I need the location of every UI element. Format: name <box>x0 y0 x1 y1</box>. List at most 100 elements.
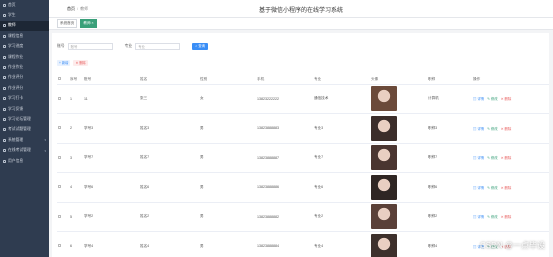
edit-button[interactable]: ✎ 修改 <box>487 185 498 190</box>
delete-button[interactable]: ✕ 删除 <box>73 60 88 66</box>
breadcrumb-home[interactable]: 首页 <box>67 6 75 11</box>
file-icon <box>3 55 6 59</box>
cell-phone: 13823888887 <box>256 143 313 173</box>
cell-title: 职称7 <box>427 143 472 173</box>
edit-button[interactable]: ✎ 修改 <box>487 126 498 131</box>
row-checkbox-cell[interactable] <box>57 113 69 144</box>
detail-button[interactable]: ▤ 详情 <box>473 185 484 190</box>
checkbox[interactable] <box>58 96 61 100</box>
search-button[interactable]: ⌕ 查询 <box>192 43 209 50</box>
cell-no: 5 <box>69 202 83 232</box>
checkbox[interactable] <box>58 185 61 189</box>
edit-button[interactable]: ✎ 修改 <box>487 214 498 219</box>
breadcrumb: 首页 / 教师 <box>67 6 88 12</box>
tab-teacher[interactable]: 教师 × <box>80 19 97 28</box>
select-all-cell[interactable] <box>57 75 69 85</box>
sidebar-item-exam-questions[interactable]: 考试试题管理 <box>0 125 49 135</box>
app-root: 首页 学生 教师 课程信息 学习进度 课程作业 作业作业 作业评分 作业评分 学… <box>0 0 553 257</box>
cell-name: 姓名3 <box>139 113 199 144</box>
detail-button[interactable]: ▤ 详情 <box>473 214 484 219</box>
sidebar-item-user-info[interactable]: 用户信息 <box>0 156 49 166</box>
sidebar-item-system[interactable]: 系统管理 ▾ <box>0 135 49 145</box>
header-title: 职称 <box>427 75 472 85</box>
sidebar-item-label: 作业评分 <box>8 85 24 90</box>
sidebar-item-label: 学习反馈 <box>8 106 24 111</box>
detail-button[interactable]: ▤ 详情 <box>473 96 484 101</box>
delete-label: 删除 <box>504 156 512 161</box>
detail-button[interactable]: ▤ 详情 <box>473 126 484 131</box>
cell-major: 专业7 <box>313 143 370 173</box>
sidebar-item-progress[interactable]: 学习进度 <box>0 42 49 52</box>
book-icon <box>3 34 6 38</box>
row-checkbox-cell[interactable] <box>57 172 69 203</box>
main-content: 账号 账号 专业 专业 ⌕ 查询 + 新增 ✕ 删除 序号 账号 姓名 性别 手… <box>52 33 549 257</box>
sidebar-item-forum[interactable]: 学习论坛管理 <box>0 114 49 124</box>
checkbox[interactable] <box>58 244 61 248</box>
table-header-row: 序号 账号 姓名 性别 手机 专业 头像 职称 操作 <box>57 75 549 85</box>
row-checkbox-cell[interactable] <box>57 84 69 114</box>
delete-row-button[interactable]: ✕ 删除 <box>501 214 512 219</box>
cell-avatar <box>370 172 427 203</box>
sidebar-item-student[interactable]: 学生 <box>0 10 49 20</box>
edit-button[interactable]: ✎ 修改 <box>487 96 498 101</box>
breadcrumb-current: 教师 <box>80 6 89 11</box>
delete-label: 删除 <box>504 97 512 102</box>
star-icon <box>3 86 6 90</box>
account-label: 账号 <box>57 44 65 48</box>
major-label: 专业 <box>124 44 133 48</box>
sidebar-item-online-exam[interactable]: 在线考试管理 ▾ <box>0 145 49 155</box>
major-input[interactable]: 专业 <box>135 43 181 50</box>
sidebar-item-teacher[interactable]: 教师 <box>0 20 49 32</box>
edit-button[interactable]: ✎ 修改 <box>487 155 498 160</box>
detail-button[interactable]: ▤ 详情 <box>473 155 484 160</box>
sidebar-item-feedback[interactable]: 学习反馈 <box>0 104 49 114</box>
delete-row-button[interactable]: ✕ 删除 <box>501 96 512 101</box>
detail-label: 详情 <box>477 185 485 190</box>
cell-avatar <box>370 143 427 173</box>
checkbox[interactable] <box>58 214 61 218</box>
sidebar-item-homework[interactable]: 课程作业 <box>0 52 49 62</box>
action-bar: + 新增 ✕ 删除 <box>57 60 88 66</box>
search-button-label: 查询 <box>198 44 205 48</box>
row-checkbox-cell[interactable] <box>57 231 69 257</box>
tab-home[interactable]: 系统首页 <box>57 19 78 28</box>
header-name: 姓名 <box>139 75 199 85</box>
cell-gender: 男 <box>199 143 256 173</box>
checkbox[interactable] <box>58 126 61 130</box>
home-icon <box>3 3 6 7</box>
sidebar-item-course[interactable]: 课程信息 <box>0 31 49 41</box>
account-input[interactable]: 账号 <box>67 43 113 50</box>
cell-actions: ▤ 详情 ✎ 修改 ✕ 删除 <box>472 113 549 144</box>
delete-row-button[interactable]: ✕ 删除 <box>501 155 512 160</box>
row-checkbox-cell[interactable] <box>57 202 69 232</box>
cell-avatar <box>370 231 427 257</box>
cell-gender: 男 <box>199 231 256 257</box>
sidebar-item-score2[interactable]: 作业评分 <box>0 83 49 93</box>
delete-row-button[interactable]: ✕ 删除 <box>501 185 512 190</box>
cell-phone: 13823888884 <box>256 231 313 257</box>
cell-account: 学号7 <box>83 143 139 173</box>
cell-name: 姓名2 <box>139 202 199 232</box>
sidebar-item-home[interactable]: 首页 <box>0 0 49 10</box>
sidebar-item-label: 学习打卡 <box>8 96 24 101</box>
sidebar-item-homework2[interactable]: 作业作业 <box>0 62 49 72</box>
avatar <box>371 174 397 200</box>
cell-no: 4 <box>69 172 83 203</box>
row-checkbox-cell[interactable] <box>57 143 69 173</box>
cell-gender: 男 <box>199 172 256 203</box>
cell-avatar <box>370 113 427 144</box>
avatar <box>371 86 397 112</box>
cell-major: 专业4 <box>313 231 370 257</box>
sidebar-item-label: 用户信息 <box>8 158 24 163</box>
cell-title: 职称6 <box>427 172 472 203</box>
sidebar-item-score[interactable]: 作业评分 <box>0 73 49 83</box>
delete-label: 删除 <box>504 126 512 131</box>
delete-row-button[interactable]: ✕ 删除 <box>501 126 512 131</box>
sidebar-item-checkin[interactable]: 学习打卡 <box>0 94 49 104</box>
add-button[interactable]: + 新增 <box>57 60 71 66</box>
tab-bar: 系统首页 教师 × <box>49 18 553 30</box>
sidebar-item-label: 学生 <box>8 13 16 18</box>
cell-phone: 13823222222 <box>256 84 313 114</box>
checkbox[interactable] <box>58 77 61 81</box>
checkbox[interactable] <box>58 155 61 159</box>
